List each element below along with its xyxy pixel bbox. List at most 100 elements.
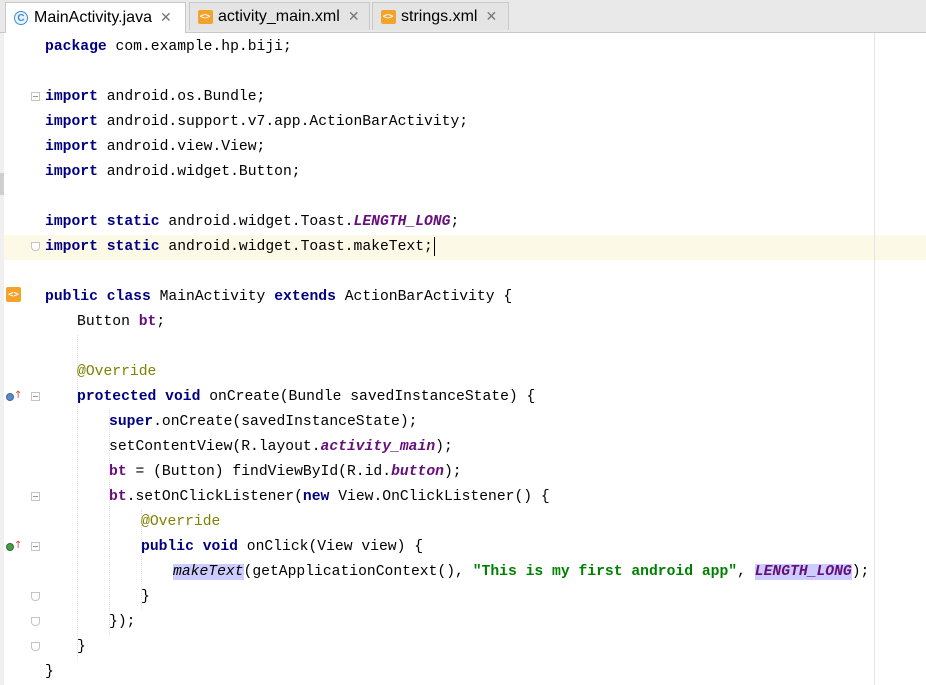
keyword: import xyxy=(45,139,98,155)
close-icon[interactable]: ✕ xyxy=(348,9,360,25)
code-line-1[interactable]: package com.example.hp.biji; xyxy=(45,35,292,60)
string-literal: "This is my first android app" xyxy=(472,564,738,580)
code-text: ; xyxy=(450,214,460,230)
gutter-change-marker xyxy=(0,173,4,195)
fold-end-imports[interactable] xyxy=(31,242,40,251)
code-line-22[interactable]: makeText(getApplicationContext(), "This … xyxy=(173,560,869,585)
keyword: import static xyxy=(45,214,160,230)
static-method-call: makeText xyxy=(173,564,244,580)
keyword: import xyxy=(45,89,98,105)
class-gutter-icon: <> xyxy=(6,287,21,302)
override-method-icon[interactable] xyxy=(6,393,14,401)
tab-mainactivity-java[interactable]: C MainActivity.java ✕ xyxy=(5,2,186,33)
code-line-15[interactable]: protected void onCreate(Bundle savedInst… xyxy=(77,385,535,410)
code-text: } xyxy=(77,639,86,655)
code-line-20[interactable]: @Override xyxy=(141,510,220,535)
code-line-17[interactable]: setContentView(R.layout.activity_main); xyxy=(109,435,453,460)
code-line-3[interactable]: import android.os.Bundle; xyxy=(45,85,265,110)
text-caret xyxy=(433,236,435,256)
code-line-14[interactable]: @Override xyxy=(77,360,156,385)
tab-activity-main-xml[interactable]: <> activity_main.xml ✕ xyxy=(189,2,370,30)
fold-end-oncreate[interactable] xyxy=(31,642,40,651)
code-text: MainActivity xyxy=(150,289,275,305)
xml-file-icon: <> xyxy=(197,9,213,25)
keyword: public class xyxy=(45,289,151,305)
field-name: bt xyxy=(138,314,157,330)
code-line-8[interactable]: import static android.widget.Toast.LENGT… xyxy=(45,210,459,235)
close-icon[interactable]: ✕ xyxy=(485,9,497,25)
code-text: } xyxy=(45,664,54,680)
code-text: Button xyxy=(77,314,139,330)
field-name: bt xyxy=(109,489,127,505)
tab-strings-xml[interactable]: <> strings.xml ✕ xyxy=(372,2,509,30)
editor-tab-bar: C MainActivity.java ✕ <> activity_main.x… xyxy=(0,0,926,33)
fold-toggle-listener[interactable] xyxy=(31,492,40,501)
code-text: onClick(View view) { xyxy=(237,539,424,555)
right-margin-line xyxy=(874,33,875,685)
field-name: bt xyxy=(109,464,127,480)
code-text: ActionBarActivity { xyxy=(335,289,513,305)
annotation: @Override xyxy=(141,514,221,530)
constant: LENGTH_LONG xyxy=(754,564,852,580)
code-line-4[interactable]: import android.support.v7.app.ActionBarA… xyxy=(45,110,468,135)
code-line-24[interactable]: }); xyxy=(109,610,135,635)
keyword: import static xyxy=(45,239,160,255)
constant: LENGTH_LONG xyxy=(353,214,451,230)
code-line-16[interactable]: super.onCreate(savedInstanceState); xyxy=(109,410,418,435)
keyword: import xyxy=(45,164,98,180)
keyword: protected void xyxy=(77,389,201,405)
code-text: = (Button) findViewById(R.id. xyxy=(126,464,392,480)
fold-toggle-onclick[interactable] xyxy=(31,542,40,551)
code-text: setContentView(R.layout. xyxy=(109,439,321,455)
code-line-26[interactable]: } xyxy=(45,660,54,685)
constant: activity_main xyxy=(320,439,436,455)
code-text: }); xyxy=(109,614,136,630)
code-text: onCreate(Bundle savedInstanceState) { xyxy=(200,389,536,405)
code-line-11[interactable]: public class MainActivity extends Action… xyxy=(45,285,512,310)
java-class-icon: C xyxy=(13,10,29,26)
constant: button xyxy=(391,464,444,480)
tab-label: strings.xml xyxy=(401,7,478,25)
code-text: ); xyxy=(851,564,870,580)
keyword: super xyxy=(109,414,154,430)
arrow-up-icon: ↑ xyxy=(14,390,23,401)
code-text: com.example.hp.biji; xyxy=(106,39,292,55)
code-text: (getApplicationContext(), xyxy=(243,564,473,580)
keyword: new xyxy=(302,489,330,505)
code-text: .onCreate(savedInstanceState); xyxy=(153,414,418,430)
fold-toggle-oncreate[interactable] xyxy=(31,392,40,401)
code-text: android.widget.Toast. xyxy=(159,214,354,230)
xml-file-icon: <> xyxy=(380,9,396,25)
fold-toggle-imports[interactable] xyxy=(31,92,40,101)
code-line-21[interactable]: public void onClick(View view) { xyxy=(141,535,423,560)
code-text: ); xyxy=(435,439,453,455)
code-line-12[interactable]: Button bt; xyxy=(77,310,165,335)
keyword: package xyxy=(45,39,107,55)
code-line-5[interactable]: import android.view.View; xyxy=(45,135,265,160)
code-text: ; xyxy=(156,314,166,330)
code-text: } xyxy=(141,589,150,605)
code-text: View.OnClickListener() { xyxy=(329,489,550,505)
keyword: public void xyxy=(141,539,238,555)
code-line-19[interactable]: bt.setOnClickListener(new View.OnClickLi… xyxy=(109,485,550,510)
code-line-23[interactable]: } xyxy=(141,585,150,610)
fold-end-listener[interactable] xyxy=(31,617,40,626)
arrow-up-icon: ↑ xyxy=(14,540,23,551)
tab-label: activity_main.xml xyxy=(218,7,340,25)
keyword: import xyxy=(45,114,98,130)
code-text: .setOnClickListener( xyxy=(126,489,303,505)
code-text: android.support.v7.app.ActionBarActivity… xyxy=(97,114,469,130)
code-line-25[interactable]: } xyxy=(77,635,86,660)
close-icon[interactable]: ✕ xyxy=(160,10,172,26)
code-line-18[interactable]: bt = (Button) findViewById(R.id.button); xyxy=(109,460,462,485)
fold-end-onclick[interactable] xyxy=(31,592,40,601)
keyword: extends xyxy=(274,289,336,305)
code-line-6[interactable]: import android.widget.Button; xyxy=(45,160,301,185)
code-text: ); xyxy=(443,464,462,480)
code-text: android.os.Bundle; xyxy=(97,89,266,105)
code-text: android.widget.Button; xyxy=(97,164,301,180)
code-text: , xyxy=(737,564,755,580)
code-text: android.view.View; xyxy=(97,139,266,155)
code-line-9[interactable]: import static android.widget.Toast.makeT… xyxy=(45,235,435,260)
implement-method-icon[interactable] xyxy=(6,543,14,551)
